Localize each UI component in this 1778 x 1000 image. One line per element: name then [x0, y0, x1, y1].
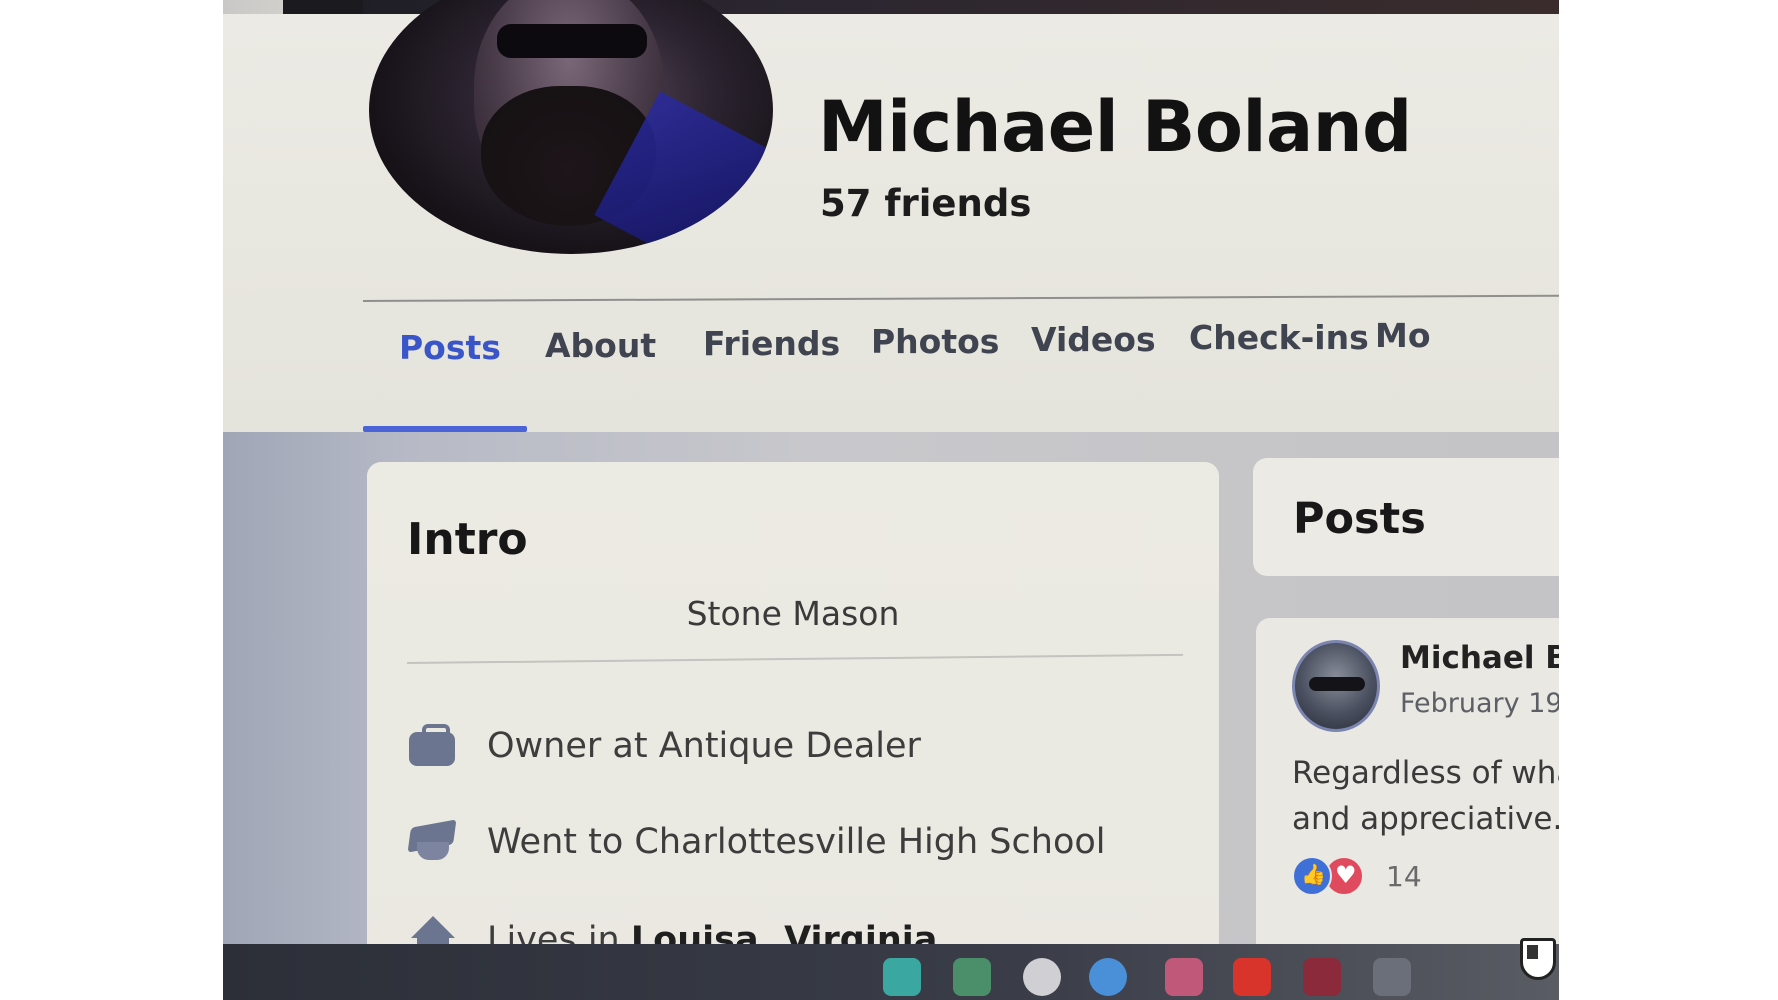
profile-name: Michael Boland [818, 86, 1412, 168]
friend-count[interactable]: 57 friends [820, 182, 1031, 225]
intro-education: Went to Charlottesville High School [487, 822, 1106, 862]
post-text-line: and appreciative.Li [1292, 801, 1559, 837]
intro-bio: Stone Mason [686, 594, 900, 633]
post-author-avatar[interactable] [1292, 640, 1380, 732]
tab-about[interactable]: About [545, 326, 656, 365]
intro-work-row: Owner at Antique Dealer [407, 716, 921, 776]
post-timestamp[interactable]: February 19 · [1400, 688, 1559, 719]
intro-title: Intro [407, 514, 528, 565]
intro-card: Intro Stone Mason Owner at Antique Deale… [367, 462, 1219, 1000]
avatar-sunglasses [497, 24, 647, 58]
post-card: Michael Bo February 19 · Regardless of w… [1256, 618, 1559, 1000]
taskbar-edge-icon[interactable] [1089, 958, 1127, 996]
taskbar-app-icon[interactable] [1165, 958, 1203, 996]
os-taskbar [223, 944, 1559, 1000]
taskbar-chrome-icon[interactable] [1023, 958, 1061, 996]
tab-posts[interactable]: Posts [399, 328, 501, 367]
post-text-line: Regardless of what [1292, 755, 1559, 791]
tab-photos[interactable]: Photos [871, 322, 999, 361]
post-author-name[interactable]: Michael Bo [1400, 640, 1559, 676]
profile-avatar[interactable] [369, 0, 773, 254]
briefcase-icon [407, 720, 459, 772]
browser-screen: Michael Boland 57 friends Posts About Fr… [223, 0, 1559, 1000]
posts-header-card: Posts [1253, 458, 1559, 576]
reaction-count: 14 [1386, 859, 1422, 893]
posts-section-title: Posts [1293, 494, 1426, 544]
tab-friends[interactable]: Friends [703, 324, 840, 363]
tab-videos[interactable]: Videos [1031, 320, 1156, 359]
taskbar-app-icon[interactable] [1373, 958, 1411, 996]
intro-work: Owner at Antique Dealer [487, 726, 921, 766]
like-reaction-icon [1292, 856, 1332, 896]
taskbar-youtube-icon[interactable] [1233, 958, 1271, 996]
intro-education-row: Went to Charlottesville High School [407, 812, 1106, 872]
post-reactions[interactable]: 14 [1292, 854, 1422, 898]
post-text: Regardless of what and appreciative.Li [1292, 750, 1559, 842]
shield-icon[interactable] [1520, 938, 1556, 980]
profile-divider [362, 294, 1559, 302]
taskbar-app-icon[interactable] [953, 958, 991, 996]
tab-check-ins[interactable]: Check-ins [1189, 318, 1369, 357]
profile-tabs: Posts About Friends Photos Videos Check-… [363, 316, 1559, 432]
tab-more[interactable]: Mo [1375, 316, 1431, 355]
taskbar-app-icon[interactable] [1303, 958, 1341, 996]
taskbar-app-icon[interactable] [883, 958, 921, 996]
intro-divider [406, 653, 1183, 664]
graduation-cap-icon [407, 816, 459, 868]
